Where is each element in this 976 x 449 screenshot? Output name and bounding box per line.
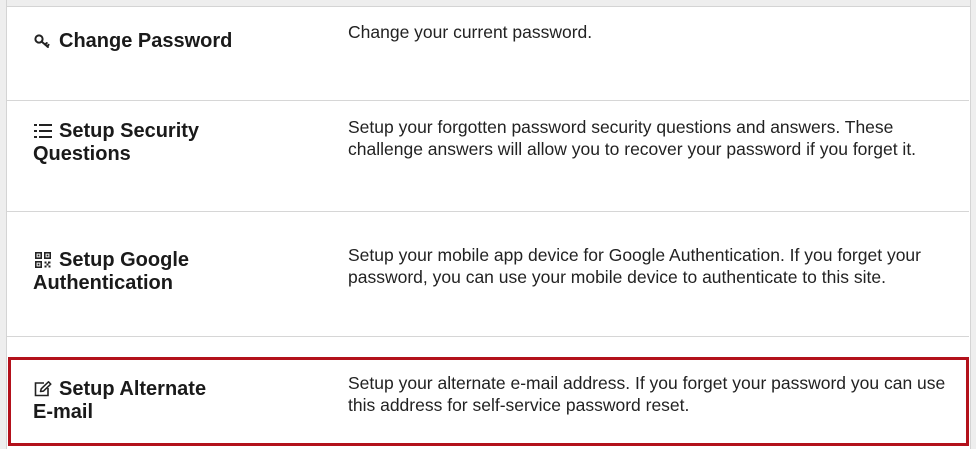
edit-icon bbox=[33, 378, 53, 401]
panel-left-border bbox=[0, 0, 7, 449]
panel-top-border bbox=[0, 0, 976, 7]
change-password-title: Change Password bbox=[59, 30, 233, 52]
list-icon bbox=[33, 120, 53, 143]
setup-google-authentication-link[interactable]: Setup Google Authentication bbox=[33, 249, 189, 295]
setup-alternate-email-description: Setup your alternate e-mail address. If … bbox=[348, 373, 946, 415]
setup-security-questions-description: Setup your forgotten password security q… bbox=[348, 117, 917, 159]
account-options-panel: Change Password Change your current pass… bbox=[0, 0, 976, 449]
key-icon bbox=[33, 30, 53, 53]
setup-google-authentication-description: Setup your mobile app device for Google … bbox=[348, 245, 921, 287]
panel-right-border bbox=[970, 0, 976, 449]
change-password-link[interactable]: Change Password bbox=[33, 30, 232, 53]
setup-security-questions-title-line1: Setup Security bbox=[59, 120, 200, 142]
option-row-change-password: Change Password Change your current pass… bbox=[7, 7, 969, 101]
option-row-google-authentication: Setup Google Authentication Setup your m… bbox=[7, 212, 969, 337]
option-row-security-questions: Setup Security Questions Setup your forg… bbox=[7, 101, 969, 212]
option-row-alternate-email: Setup Alternate E-mail Setup your altern… bbox=[7, 337, 969, 449]
qr-code-icon bbox=[33, 249, 53, 272]
setup-alternate-email-title-line1: Setup Alternate bbox=[59, 378, 207, 400]
setup-security-questions-link[interactable]: Setup Security Questions bbox=[33, 120, 199, 166]
setup-alternate-email-title-line2: E-mail bbox=[33, 401, 94, 423]
setup-alternate-email-link[interactable]: Setup Alternate E-mail bbox=[33, 378, 206, 424]
setup-security-questions-title-line2: Questions bbox=[33, 143, 131, 165]
setup-google-authentication-title-line1: Setup Google bbox=[59, 249, 189, 271]
change-password-description: Change your current password. bbox=[348, 22, 593, 42]
setup-google-authentication-title-line2: Authentication bbox=[33, 272, 173, 294]
